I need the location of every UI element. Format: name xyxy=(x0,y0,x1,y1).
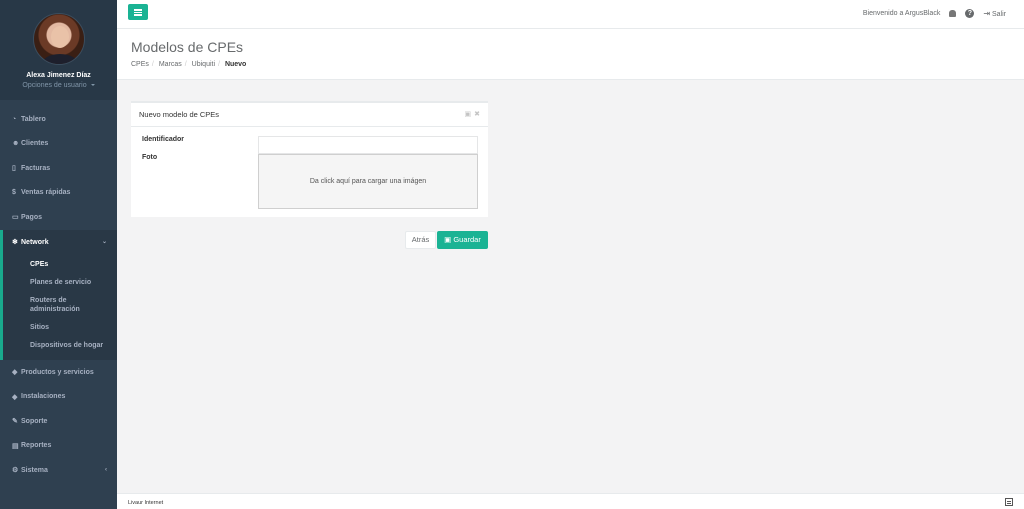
tachometer-icon: ◔ xyxy=(12,115,17,123)
user-options-label: Opciones de usuario xyxy=(22,82,87,89)
avatar[interactable] xyxy=(32,13,85,65)
sidebar-item-label: Soporte xyxy=(21,417,48,425)
file-icon: ▯ xyxy=(12,165,16,173)
sidebar-item-label: Pagos xyxy=(21,213,43,221)
logout-link[interactable]: ⇥ Salir xyxy=(983,9,1006,18)
sidebar-item-facturas[interactable]: ▯ Facturas xyxy=(0,156,117,181)
breadcrumb-ubiquiti[interactable]: Ubiquiti xyxy=(192,61,215,68)
card-header: Nuevo modelo de CPEs ▣ ✖ xyxy=(131,103,488,127)
sitemap-icon: ❄ xyxy=(12,238,18,246)
sidebar-item-label: Clientes xyxy=(21,140,49,148)
chat-icon[interactable] xyxy=(1005,498,1013,506)
wrench-icon: ✎ xyxy=(12,418,18,426)
card-title: Nuevo modelo de CPEs xyxy=(139,110,220,119)
sidebar-item-label: Facturas xyxy=(21,164,51,172)
user-name: Alexa Jimenez Díaz xyxy=(26,72,91,79)
help-icon[interactable]: ? xyxy=(965,9,975,18)
page-title: Modelos de CPEs xyxy=(131,39,244,55)
breadcrumb-current: Nuevo xyxy=(224,61,247,68)
sidebar-item-label: Tablero xyxy=(21,115,46,123)
sidebar-item-tablero[interactable]: ◔ Tablero xyxy=(0,107,117,132)
submenu-item-cpes[interactable]: CPEs xyxy=(30,255,117,273)
submenu-item-routers[interactable]: Routers de administración xyxy=(30,291,117,318)
breadcrumb: CPEs / Marcas / Ubiquiti / Nuevo xyxy=(131,61,247,68)
sidebar-item-label: Sistema xyxy=(21,467,48,475)
sidebar-item-productos[interactable]: ◆ Productos y servicios xyxy=(0,360,117,385)
photo-dropzone[interactable]: Da click aquí para cargar una imágen xyxy=(258,154,478,209)
sidebar-item-label: Instalaciones xyxy=(21,393,66,401)
sidebar-item-sistema[interactable]: ⚙ Sistema ‹ xyxy=(0,458,117,483)
new-cpe-model-card: Nuevo modelo de CPEs ▣ ✖ Identificador F… xyxy=(131,101,488,217)
user-profile: Alexa Jimenez Díaz Opciones de usuario xyxy=(0,0,117,100)
tag-icon: ◆ xyxy=(12,369,18,377)
money-icon: ▭ xyxy=(12,214,19,222)
photo-label: Foto xyxy=(142,154,158,161)
sidebar-item-ventas-rapidas[interactable]: $ Ventas rápidas xyxy=(0,181,117,206)
floppy-icon: ▣ xyxy=(444,235,452,244)
back-button[interactable]: Atrás xyxy=(405,231,436,249)
sidebar-item-label: Productos y servicios xyxy=(21,368,94,376)
footer: Livaur Internet xyxy=(117,493,1024,509)
sidebar-item-instalaciones[interactable]: ◆ Instalaciones xyxy=(0,385,117,410)
chevron-left-icon: ‹ xyxy=(105,467,107,474)
card-tools: ▣ ✖ xyxy=(465,110,481,119)
sidebar: Alexa Jimenez Díaz Opciones de usuario ◔… xyxy=(0,0,117,509)
menu-toggle-button[interactable] xyxy=(128,4,148,20)
close-icon[interactable]: ✖ xyxy=(474,110,480,119)
sidebar-item-label: Reportes xyxy=(21,442,52,450)
bell-icon[interactable] xyxy=(949,10,957,17)
submenu-item-planes[interactable]: Planes de servicio xyxy=(30,273,117,291)
caret-down-icon xyxy=(90,84,95,87)
footer-text: Livaur Internet xyxy=(128,500,164,506)
logout-label: Salir xyxy=(991,11,1006,18)
main-menu: ◔ Tablero ☻ Clientes ▯ Facturas $ Ventas ráp… xyxy=(0,107,117,483)
submenu-item-dispositivos[interactable]: Dispositivos de hogar xyxy=(30,336,117,354)
sign-out-icon: ⇥ xyxy=(983,9,991,18)
sidebar-item-network[interactable]: ❄ Network ⌄ xyxy=(0,229,117,254)
chevron-down-icon: ⌄ xyxy=(101,239,107,246)
network-submenu: CPEs Planes de servicio Routers de admin… xyxy=(0,254,117,360)
sidebar-item-pagos[interactable]: ▭ Pagos xyxy=(0,205,117,230)
tools-icon: ◆ xyxy=(12,393,18,401)
sidebar-item-label: Ventas rápidas xyxy=(21,189,71,197)
identifier-label: Identificador xyxy=(142,136,185,143)
breadcrumb-cpes[interactable]: CPEs xyxy=(131,61,149,68)
page-heading: Modelos de CPEs CPEs / Marcas / Ubiquiti / … xyxy=(117,29,1024,80)
identifier-input[interactable] xyxy=(258,136,478,154)
user-options-dropdown[interactable]: Opciones de usuario xyxy=(0,82,117,89)
save-label: Guardar xyxy=(453,235,481,244)
dollar-icon: $ xyxy=(12,189,16,197)
top-right-bar: Bienvenido a ArgusBlack ? ⇥ Salir xyxy=(863,9,1006,18)
welcome-text: Bienvenido a ArgusBlack xyxy=(862,10,941,17)
cogs-icon: ⚙ xyxy=(12,467,19,475)
sidebar-item-label: Network xyxy=(21,238,49,246)
save-button[interactable]: ▣ Guardar xyxy=(437,231,488,249)
dropzone-text: Da click aquí para cargar una imágen xyxy=(309,178,427,185)
book-icon: ▤ xyxy=(12,442,19,450)
sidebar-item-clientes[interactable]: ☻ Clientes xyxy=(0,132,117,157)
breadcrumb-marcas[interactable]: Marcas xyxy=(159,61,182,68)
sidebar-item-soporte[interactable]: ✎ Soporte xyxy=(0,409,117,434)
top-navbar: Bienvenido a ArgusBlack ? ⇥ Salir xyxy=(117,0,1024,29)
submenu-item-sitios[interactable]: Sitios xyxy=(30,318,117,336)
save-icon[interactable]: ▣ xyxy=(465,110,472,119)
sidebar-item-reportes[interactable]: ▤ Reportes xyxy=(0,434,117,459)
users-icon: ☻ xyxy=(12,140,20,148)
